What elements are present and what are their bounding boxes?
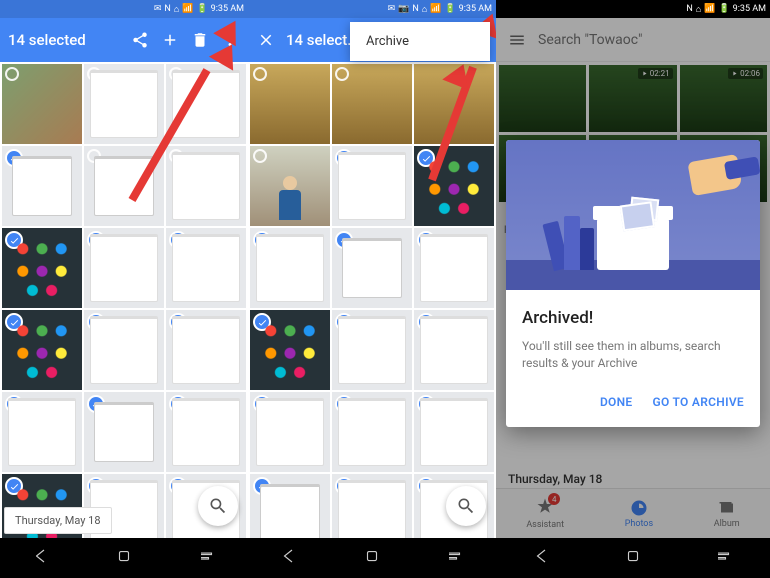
photo-thumb[interactable] bbox=[250, 392, 330, 472]
back-button[interactable] bbox=[533, 547, 551, 569]
photo-thumb[interactable] bbox=[414, 392, 494, 472]
select-ring-icon bbox=[335, 67, 349, 81]
archived-dialog: Archived! You'll still see them in album… bbox=[506, 140, 760, 427]
status-bar: N⌂📶🔋 9:35 AM bbox=[496, 0, 770, 18]
status-bar: ✉N⌂📶🔋 9:35 AM bbox=[0, 0, 248, 18]
selected-check-icon bbox=[335, 231, 353, 249]
selected-check-icon bbox=[253, 313, 271, 331]
selected-check-icon bbox=[417, 395, 435, 413]
system-nav bbox=[0, 538, 248, 578]
photo-thumb[interactable] bbox=[2, 392, 82, 472]
selected-check-icon bbox=[335, 477, 353, 495]
recents-button[interactable] bbox=[715, 547, 733, 569]
selected-check-icon bbox=[169, 231, 187, 249]
selected-check-icon bbox=[87, 231, 105, 249]
selected-check-icon bbox=[169, 477, 187, 495]
selected-check-icon bbox=[417, 313, 435, 331]
add-button[interactable] bbox=[160, 30, 180, 50]
selected-check-icon bbox=[253, 395, 271, 413]
photo-thumb[interactable] bbox=[2, 146, 82, 226]
photo-thumb[interactable] bbox=[250, 146, 330, 226]
screen-archived: N⌂📶🔋 9:35 AM Search "Towaoc" 02:21 02:06… bbox=[496, 0, 770, 578]
home-button[interactable] bbox=[115, 547, 133, 569]
selected-check-icon bbox=[87, 313, 105, 331]
home-button[interactable] bbox=[624, 547, 642, 569]
selection-count: 14 selected bbox=[8, 31, 120, 49]
selected-check-icon bbox=[335, 149, 353, 167]
select-ring-icon bbox=[87, 67, 101, 81]
select-ring-icon bbox=[169, 67, 183, 81]
photo-thumb[interactable] bbox=[166, 228, 246, 308]
dialog-title: Archived! bbox=[522, 308, 744, 328]
dialog-illustration bbox=[506, 140, 760, 290]
archive-menu-item[interactable]: Archive bbox=[366, 34, 474, 49]
selected-check-icon bbox=[253, 231, 271, 249]
dialog-message: You'll still see them in albums, search … bbox=[522, 338, 744, 373]
screen-menu: ✉📷N⌂📶🔋 9:35 AM 14 select… Archive bbox=[248, 0, 496, 578]
select-ring-icon bbox=[253, 67, 267, 81]
recents-button[interactable] bbox=[198, 547, 216, 569]
selected-check-icon bbox=[5, 477, 23, 495]
photo-grid bbox=[0, 62, 248, 556]
overflow-menu: Archive bbox=[350, 22, 490, 61]
select-ring-icon bbox=[253, 149, 267, 163]
photo-thumb[interactable] bbox=[2, 64, 82, 144]
photo-thumb[interactable] bbox=[332, 228, 412, 308]
photo-thumb[interactable] bbox=[2, 310, 82, 390]
photo-thumb[interactable] bbox=[332, 146, 412, 226]
photo-thumb[interactable] bbox=[166, 310, 246, 390]
system-nav bbox=[248, 538, 496, 578]
photo-grid bbox=[248, 62, 496, 556]
share-button[interactable] bbox=[130, 30, 150, 50]
screen-select: ✉N⌂📶🔋 9:35 AM 14 selected Thursday, May … bbox=[0, 0, 248, 578]
photo-thumb[interactable] bbox=[84, 228, 164, 308]
goto-archive-button[interactable]: GO TO ARCHIVE bbox=[653, 395, 745, 409]
photo-thumb[interactable] bbox=[84, 64, 164, 144]
photo-thumb[interactable] bbox=[414, 146, 494, 226]
photo-thumb[interactable] bbox=[414, 310, 494, 390]
photo-thumb[interactable] bbox=[2, 228, 82, 308]
selected-check-icon bbox=[87, 477, 105, 495]
zoom-button[interactable] bbox=[198, 486, 238, 526]
selected-check-icon bbox=[5, 231, 23, 249]
photo-thumb[interactable] bbox=[84, 310, 164, 390]
back-button[interactable] bbox=[32, 547, 50, 569]
select-ring-icon bbox=[169, 149, 183, 163]
photo-thumb[interactable] bbox=[166, 146, 246, 226]
selected-check-icon bbox=[335, 313, 353, 331]
photo-thumb[interactable] bbox=[250, 310, 330, 390]
selected-check-icon bbox=[5, 149, 23, 167]
photo-thumb[interactable] bbox=[84, 392, 164, 472]
photo-thumb[interactable] bbox=[332, 64, 412, 144]
status-time: 9:35 AM bbox=[733, 4, 766, 14]
photo-thumb[interactable] bbox=[332, 310, 412, 390]
photo-thumb[interactable] bbox=[414, 228, 494, 308]
photo-thumb[interactable] bbox=[250, 64, 330, 144]
selected-check-icon bbox=[253, 477, 271, 495]
selected-check-icon bbox=[169, 313, 187, 331]
selected-check-icon bbox=[417, 231, 435, 249]
recents-button[interactable] bbox=[446, 547, 464, 569]
select-ring-icon bbox=[87, 149, 101, 163]
selected-check-icon bbox=[87, 395, 105, 413]
selected-check-icon bbox=[417, 477, 435, 495]
select-ring-icon bbox=[5, 67, 19, 81]
selected-check-icon bbox=[335, 395, 353, 413]
status-bar: ✉📷N⌂📶🔋 9:35 AM bbox=[248, 0, 496, 18]
close-button[interactable] bbox=[256, 30, 276, 50]
back-button[interactable] bbox=[280, 547, 298, 569]
photo-thumb[interactable] bbox=[250, 228, 330, 308]
selected-check-icon bbox=[169, 395, 187, 413]
delete-button[interactable] bbox=[190, 30, 210, 50]
photo-thumb[interactable] bbox=[166, 392, 246, 472]
home-button[interactable] bbox=[363, 547, 381, 569]
date-chip: Thursday, May 18 bbox=[4, 507, 112, 534]
system-nav bbox=[496, 538, 770, 578]
selected-check-icon bbox=[5, 395, 23, 413]
zoom-button[interactable] bbox=[446, 486, 486, 526]
selected-check-icon bbox=[5, 313, 23, 331]
done-button[interactable]: DONE bbox=[600, 395, 633, 409]
photo-thumb[interactable] bbox=[332, 392, 412, 472]
